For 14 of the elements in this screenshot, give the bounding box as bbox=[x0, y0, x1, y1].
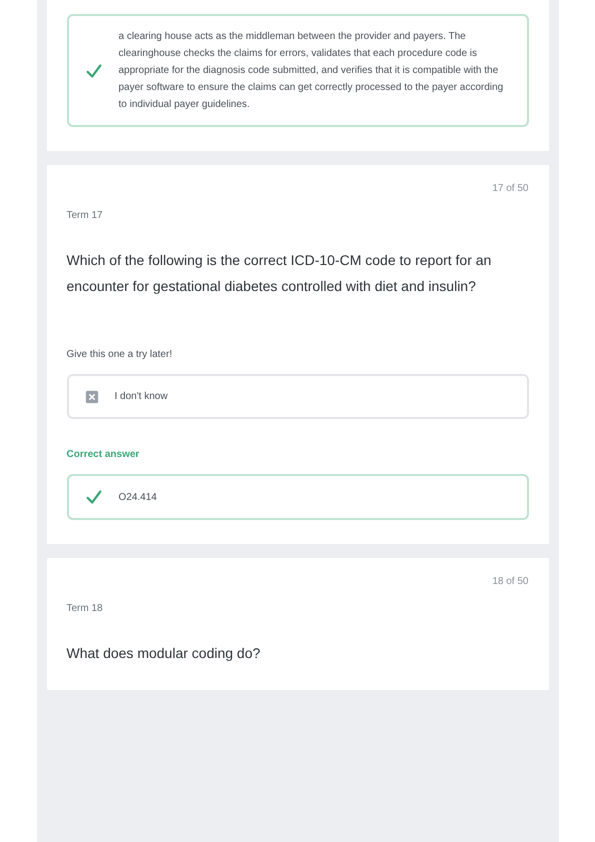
answer-text: O24.414 bbox=[118, 490, 157, 504]
term-label: Term 17 bbox=[66, 209, 104, 223]
question-counter: 18 of 50 bbox=[491, 575, 528, 589]
check-icon bbox=[84, 62, 102, 80]
check-icon bbox=[84, 488, 102, 506]
prompt-text: Give this one a try later! bbox=[66, 348, 174, 362]
question-text: What does modular coding do? bbox=[66, 644, 262, 663]
question-text: Which of the following is the correct ICD-10-CM code to report for an encounter for gestational diabetes controlled with diet and insulin? bbox=[66, 251, 492, 296]
answer-text: a clearing house acts as the middleman between the provider and payers. The clearinghouse checks the claims for errors, validates that each procedure code is appropriate for the diagnosis code submitted, and verifies that it is compatible with the payer software to ensure the claims can get correctly processed to the payer according to individual payer guidelines. bbox=[118, 30, 504, 112]
correct-answer-label: Correct answer bbox=[66, 448, 140, 462]
question-counter: 17 of 50 bbox=[491, 182, 528, 196]
answer-text: I don't know bbox=[114, 390, 168, 404]
term-label: Term 18 bbox=[66, 602, 104, 616]
close-icon bbox=[84, 390, 98, 404]
